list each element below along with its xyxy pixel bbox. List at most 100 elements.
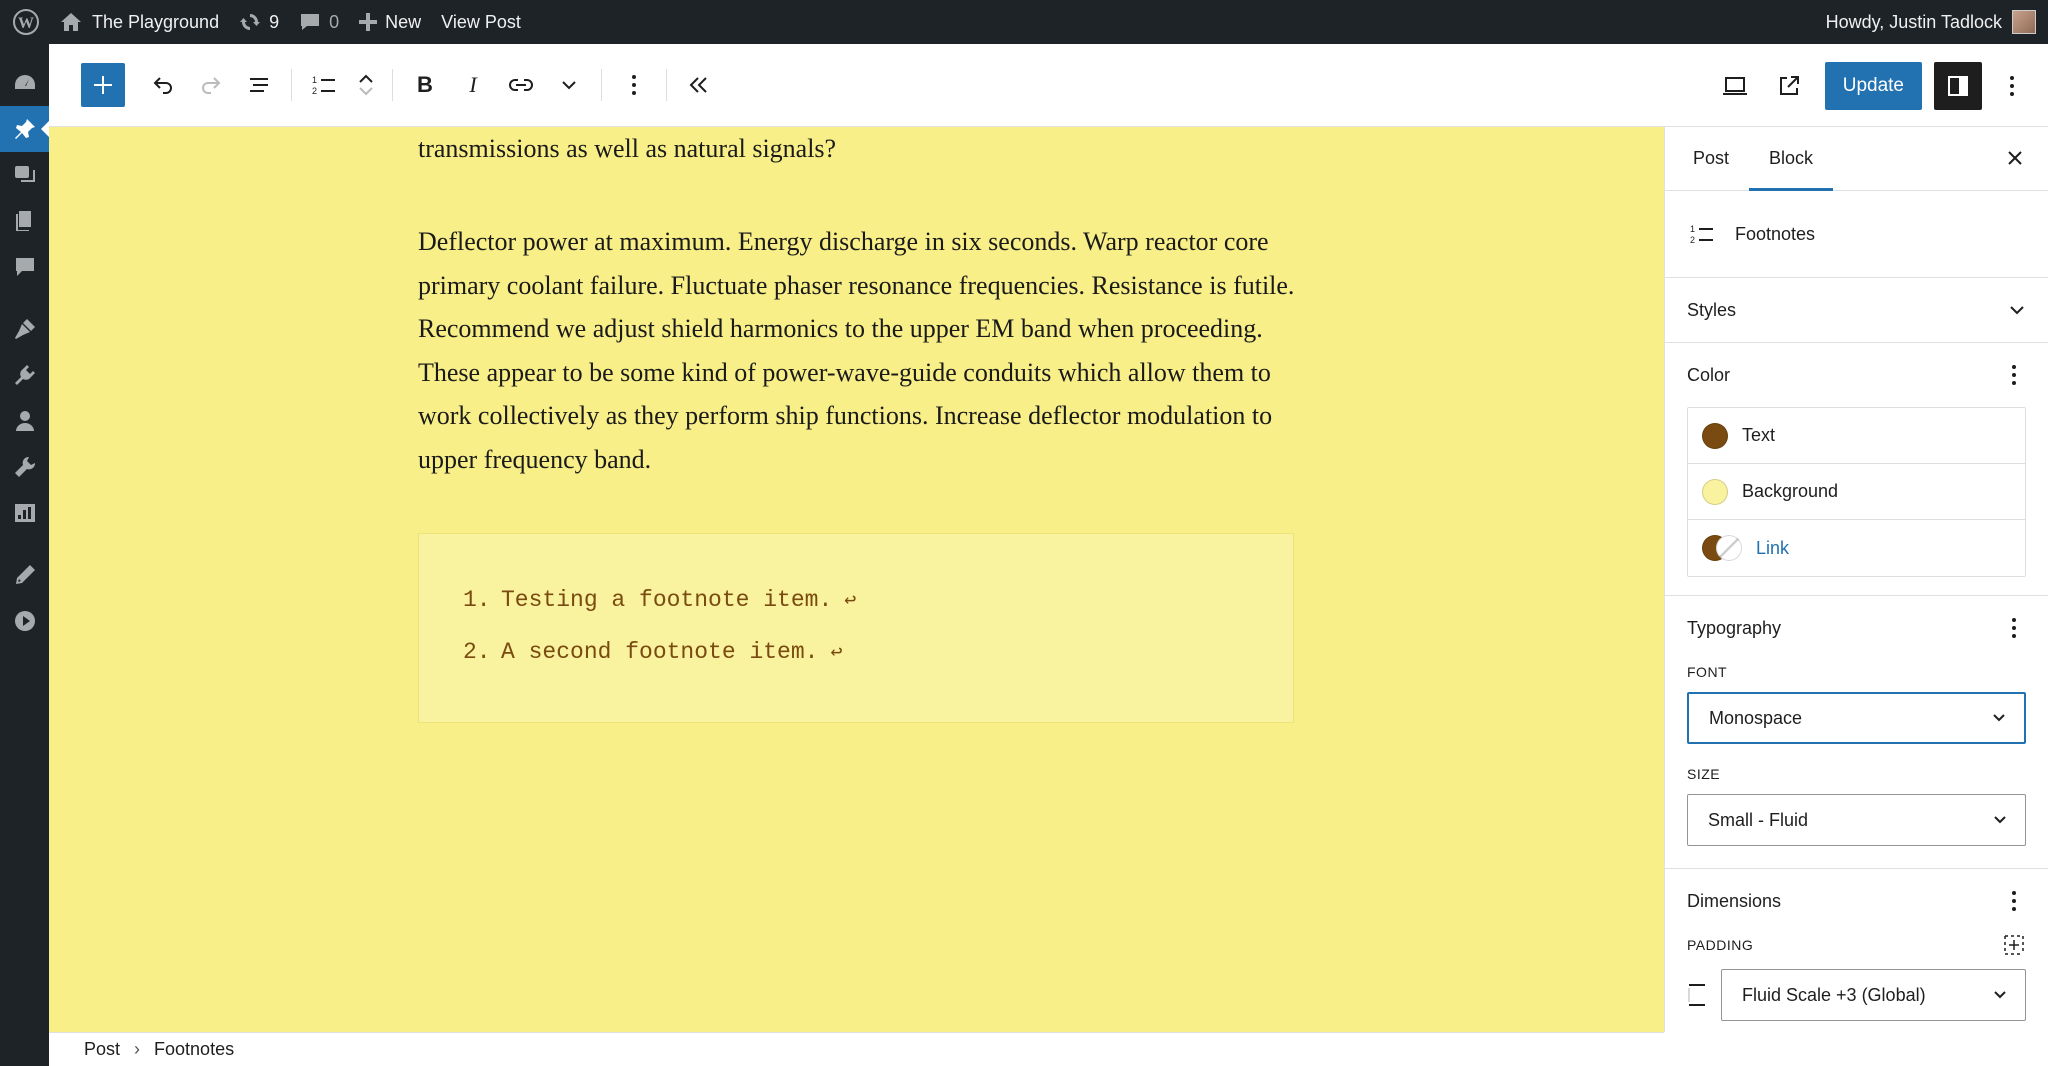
preview-button[interactable] xyxy=(1711,62,1759,110)
avatar xyxy=(2012,10,2036,34)
desktop-icon xyxy=(1722,76,1747,95)
home-icon xyxy=(61,13,81,31)
redo-icon xyxy=(202,77,221,94)
block-name: Footnotes xyxy=(1735,223,1816,244)
view-post-link[interactable]: View Post xyxy=(431,0,531,44)
text-color-swatch xyxy=(1702,422,1728,449)
padding-label: PADDING xyxy=(1687,937,1754,953)
typography-panel-header: Typography xyxy=(1687,596,2026,660)
color-panel: Color Text Background Link xyxy=(1665,343,2048,596)
link-button[interactable] xyxy=(497,61,545,109)
color-option-label: Background xyxy=(1742,481,1839,501)
tools-icon[interactable] xyxy=(0,444,49,490)
padding-sides-icon xyxy=(1688,984,1705,1006)
typography-panel: Typography FONT Monospace SIZE Small - F… xyxy=(1665,596,2048,869)
chevron-down-icon xyxy=(1994,991,2006,999)
footnote-number: 2. xyxy=(463,639,491,665)
close-sidebar-button[interactable] xyxy=(2002,145,2028,176)
svg-text:1: 1 xyxy=(312,75,317,85)
block-card: 12 Footnotes xyxy=(1665,191,2048,278)
footnote-item[interactable]: 1. Testing a footnote item. ↩ xyxy=(463,574,1293,626)
size-label: SIZE xyxy=(1687,766,1721,782)
toolbar-divider xyxy=(601,69,602,101)
block-inserter-button[interactable] xyxy=(81,63,125,107)
footnote-backlink-icon[interactable]: ↩ xyxy=(844,587,856,613)
comment-icon xyxy=(301,14,320,30)
plus-icon xyxy=(359,13,378,31)
dashboard-icon[interactable] xyxy=(0,60,49,106)
comments-link[interactable]: 0 xyxy=(289,0,349,44)
move-block-buttons[interactable] xyxy=(348,61,384,109)
block-options-button[interactable] xyxy=(610,61,658,109)
settings-icon[interactable] xyxy=(0,490,49,536)
background-color-option[interactable]: Background xyxy=(1688,464,2025,520)
site-name-link[interactable]: The Playground xyxy=(50,0,229,44)
padding-row: Fluid Scale +3 (Global) xyxy=(1687,969,2026,1021)
sidebar-icon xyxy=(1948,75,1968,96)
chevron-down-icon xyxy=(1993,714,2005,722)
footnote-number: 1. xyxy=(463,587,491,613)
paragraph-block-fragment[interactable]: transmissions as well as natural signals… xyxy=(418,127,1298,171)
unlink-sides-icon[interactable] xyxy=(2002,933,2026,957)
undo-button[interactable] xyxy=(139,61,187,109)
paragraph-block[interactable]: Deflector power at maximum. Energy disch… xyxy=(418,220,1298,482)
footnotes-block[interactable]: 1. Testing a footnote item. ↩ 2. A secon… xyxy=(418,533,1294,723)
chevron-down-icon xyxy=(562,81,576,90)
edit-icon[interactable] xyxy=(0,552,49,598)
comments-icon[interactable] xyxy=(0,244,49,290)
toolbar-divider xyxy=(291,69,292,101)
toolbar-divider xyxy=(666,69,667,101)
settings-toggle-button[interactable] xyxy=(1934,61,1982,110)
editor-canvas[interactable]: transmissions as well as natural signals… xyxy=(49,127,1664,1032)
document-overview-button[interactable] xyxy=(235,61,283,109)
redo-button[interactable] xyxy=(187,61,235,109)
font-size-select[interactable]: Small - Fluid xyxy=(1687,794,2026,846)
text-color-option[interactable]: Text xyxy=(1688,408,2025,464)
breadcrumb-post[interactable]: Post xyxy=(84,1039,120,1060)
padding-select[interactable]: Fluid Scale +3 (Global) xyxy=(1721,969,2026,1021)
users-icon[interactable] xyxy=(0,398,49,444)
svg-text:2: 2 xyxy=(1690,235,1695,245)
footnote-item[interactable]: 2. A second footnote item. ↩ xyxy=(463,626,1293,678)
link-color-option[interactable]: Link xyxy=(1688,520,2025,576)
updates-link[interactable]: 9 xyxy=(229,0,289,44)
italic-button[interactable]: I xyxy=(449,61,497,109)
new-content-link[interactable]: New xyxy=(349,0,431,44)
panel-title: Color xyxy=(1687,364,1731,385)
typography-options-button[interactable] xyxy=(2002,616,2026,640)
play-icon[interactable] xyxy=(0,598,49,644)
update-button[interactable]: Update xyxy=(1824,61,1922,110)
plugins-icon[interactable] xyxy=(0,352,49,398)
media-icon[interactable] xyxy=(0,152,49,198)
breadcrumb-current[interactable]: Footnotes xyxy=(154,1039,234,1060)
admin-bar: W The Playground 9 0 New View Post Howdy… xyxy=(0,0,2048,44)
link-color-swatch xyxy=(1702,535,1742,561)
footnote-text: A second footnote item. xyxy=(501,639,819,665)
svg-text:2: 2 xyxy=(312,86,317,96)
view-post-button[interactable] xyxy=(1765,62,1813,110)
collapse-toolbar-button[interactable] xyxy=(675,61,723,109)
dimensions-panel: Dimensions PADDING Fluid Scale +3 (Globa… xyxy=(1665,869,2048,1021)
tab-block[interactable]: Block xyxy=(1749,127,1833,191)
pin-icon[interactable] xyxy=(0,106,49,152)
color-option-label: Text xyxy=(1742,425,1776,445)
svg-text:1: 1 xyxy=(1690,224,1695,234)
options-button[interactable] xyxy=(1988,62,2036,110)
tab-post[interactable]: Post xyxy=(1673,127,1749,191)
block-type-button[interactable]: 12 xyxy=(300,61,348,109)
appearance-icon[interactable] xyxy=(0,306,49,352)
dimensions-options-button[interactable] xyxy=(2002,889,2026,913)
font-family-select[interactable]: Monospace xyxy=(1687,692,2026,744)
wordpress-logo-icon[interactable]: W xyxy=(0,0,50,44)
color-options-button[interactable] xyxy=(2002,363,2026,387)
bold-button[interactable]: B xyxy=(401,61,449,109)
styles-panel: Styles xyxy=(1665,278,2048,343)
more-formatting-button[interactable] xyxy=(545,61,593,109)
footnote-backlink-icon[interactable]: ↩ xyxy=(830,639,842,665)
styles-panel-toggle[interactable]: Styles xyxy=(1687,278,2026,342)
font-label: FONT xyxy=(1687,664,1728,680)
chevron-down-icon xyxy=(2010,306,2024,315)
select-value: Monospace xyxy=(1709,707,1803,728)
pages-icon[interactable] xyxy=(0,198,49,244)
my-account[interactable]: Howdy, Justin Tadlock xyxy=(1826,0,2036,44)
